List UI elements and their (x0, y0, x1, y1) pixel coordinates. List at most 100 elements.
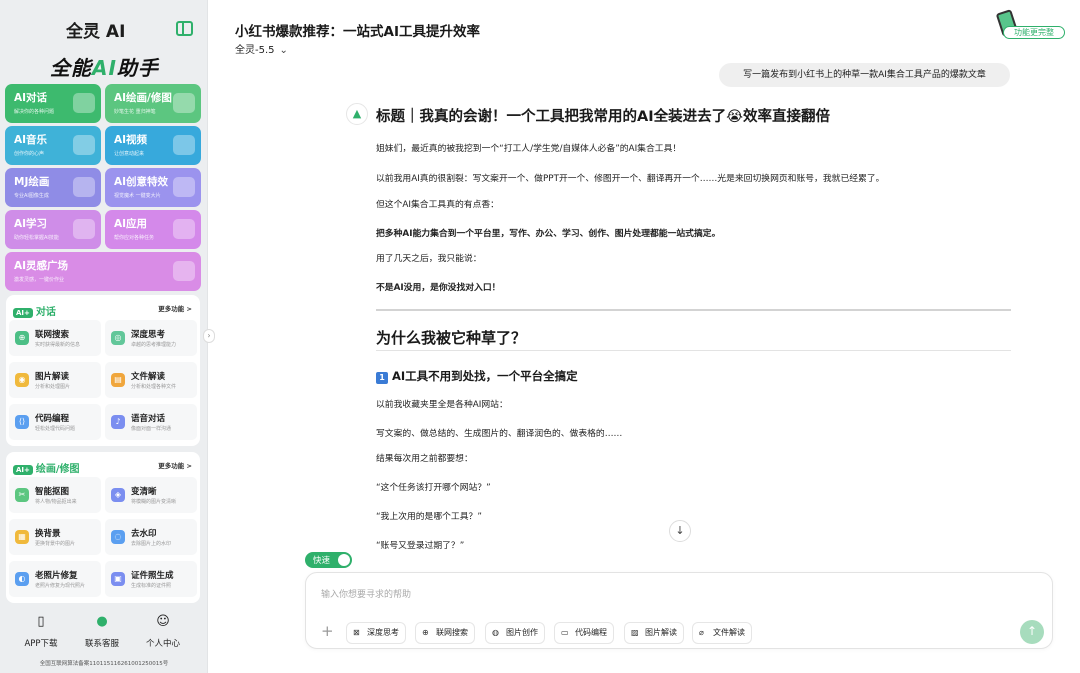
composer-tool-label: 代码编程 (575, 628, 607, 637)
attach-plus-icon[interactable]: + (321, 622, 334, 640)
message-input[interactable]: 输入你想要寻求的帮助 (321, 587, 411, 600)
composer-tool-button[interactable]: ▭ 代码编程 (554, 622, 614, 644)
composer-tool-button[interactable]: ▨ 图片解读 (624, 622, 684, 644)
paragraph: 以前我用AI真的很割裂：写文案开一个、做PPT开一个、修图开一个、翻译再开一个…… (376, 174, 885, 184)
tool-tile-title: 换背景 (35, 529, 61, 539)
panel-heading-label: 对话 (35, 307, 56, 318)
tool-tile-subtitle: 轻松处理代码问题 (35, 426, 76, 432)
footer-item[interactable]: ☺ 个人中心 (133, 614, 193, 649)
feature-card[interactable]: AI对话 解决你的各种问题 (5, 84, 101, 123)
user-icon: ☺ (156, 614, 170, 629)
upgrade-badge[interactable]: 功能更完整 (995, 9, 1067, 41)
tool-tile-icon: ▣ (111, 572, 125, 586)
tool-tile[interactable]: ♪ 语音对话 像面对面一样沟通 (105, 404, 197, 440)
tool-tile-title: 变清晰 (131, 487, 157, 497)
paragraph: 但这个AI集合工具真的有点香： (376, 200, 499, 210)
composer: 输入你想要寻求的帮助 + ⊠ 深度思考 ⊕ 联网搜索 ◍ 图片创作 ▭ 代码编程 ▨ 图片解读 ⌀ 文… (305, 572, 1053, 649)
quick-mode-toggle[interactable]: 快速 (305, 552, 352, 568)
divider (376, 309, 1011, 311)
assistant-logo-icon: ▲ (346, 103, 368, 125)
tool-tile[interactable]: ⊕ 联网搜索 实时获得最新的信息 (9, 320, 101, 356)
footer-item[interactable]: ▯ APP下载 (11, 614, 71, 649)
panel-heading: AI+ 对话 (13, 303, 56, 318)
composer-tool-label: 图片创作 (506, 628, 538, 637)
tool-tile-title: 去水印 (131, 529, 157, 539)
tool-tile-icon: ⊕ (15, 331, 29, 345)
tool-tile[interactable]: ▤ 文件解读 分析和处理各种文件 (105, 362, 197, 398)
model-name: 全灵-5.5 (235, 45, 275, 56)
feature-card[interactable]: AI创意特效 视觉魔术 一键变大片 (105, 168, 201, 207)
tool-tile-title: 证件照生成 (131, 571, 174, 581)
feature-card-illustration-icon (73, 219, 95, 239)
subsection-heading: 1 AI工具不用到处找，一个平台全搞定 (376, 368, 578, 384)
sidebar: 全灵 AI 全能AI助手 AI对话 解决你的各种问题 AI绘画/修图 妙笔生花 重归神… (0, 0, 208, 673)
composer-tool-button[interactable]: ⌀ 文件解读 (692, 622, 752, 644)
heading-underline (376, 350, 1011, 351)
feature-card-illustration-icon (173, 219, 195, 239)
tool-tile-icon: ◈ (111, 488, 125, 502)
feature-card[interactable]: AI绘画/修图 妙笔生花 重归神笔 (105, 84, 201, 123)
tool-tile[interactable]: ▦ 换背景 更换背景中的图片 (9, 519, 101, 555)
tool-tile[interactable]: ⟨⟩ 代码编程 轻松处理代码问题 (9, 404, 101, 440)
panel-heading-label: 绘画/修图 (35, 464, 80, 475)
tool-tile[interactable]: ◎ 深度思考卓越的思考推理能力 (105, 320, 197, 356)
tool-tile[interactable]: ✂ 智能抠图 将人物/物品抠出来 (9, 477, 101, 513)
composer-tool-button[interactable]: ⊕ 联网搜索 (415, 622, 475, 644)
slogan: 全能AI助手 (50, 52, 159, 81)
tool-tile-subtitle: 更换背景中的图片 (35, 541, 76, 547)
more-features-link[interactable]: 更多功能 > (158, 303, 192, 313)
scroll-down-button[interactable]: ↓ (669, 520, 691, 542)
tool-tile-subtitle: 生成标准的证件照 (131, 583, 172, 589)
feature-card[interactable]: AI应用 帮你应对各种任务 (105, 210, 201, 249)
composer-tool-label: 文件解读 (713, 628, 745, 637)
slogan-ai: AI (92, 56, 117, 80)
feature-card-illustration-icon (73, 177, 95, 197)
icp-record: 全国互联网算法备案110115116261001250015号 (39, 661, 169, 667)
paragraph-bold: 把多种AI能力集合到一个平台里，写作、办公、学习、创作、图片处理都能一站式搞定。 (376, 229, 721, 239)
tool-tile[interactable]: ◌ 去水印 去除图片上的水印 (105, 519, 197, 555)
tool-tile-title: 老照片修复 (35, 571, 78, 581)
tool-tile-icon: ▤ (111, 373, 125, 387)
tool-tile[interactable]: ◈ 变清晰将模糊的图片变清晰 (105, 477, 197, 513)
paragraph: 用了几天之后，我只能说： (376, 254, 482, 264)
subsection-heading-text: AI工具不用到处找，一个平台全搞定 (392, 369, 578, 383)
feature-card[interactable]: AI灵感广场 激发灵感，一键价作业 (5, 252, 201, 291)
tool-tile-subtitle: 将人物/物品抠出来 (35, 499, 77, 505)
user-message-bubble: 写一篇发布到小红书上的种草一款AI集合工具产品的爆款文章 (719, 63, 1010, 87)
tool-tile-subtitle: 老照片修复为现代照片 (35, 583, 86, 589)
feature-card[interactable]: MJ绘画 专业AI图像生成 (5, 168, 101, 207)
feature-card-illustration-icon (73, 93, 95, 113)
composer-tool-button[interactable]: ⊠ 深度思考 (346, 622, 406, 644)
ai-plus-tag: AI+ (13, 465, 33, 475)
composer-tool-button[interactable]: ◍ 图片创作 (485, 622, 545, 644)
sidebar-collapse-icon[interactable] (176, 21, 193, 36)
feature-card[interactable]: AI音乐 创作你的心声 (5, 126, 101, 165)
tool-tile-title: 代码编程 (35, 414, 70, 424)
tool-tile[interactable]: ◉ 图片解读 分析和处理图片 (9, 362, 101, 398)
model-selector[interactable]: 全灵-5.5 ⌄ (235, 41, 288, 56)
brand-logo[interactable]: 全灵 AI (66, 17, 125, 42)
tool-tile[interactable]: ▣ 证件照生成生成标准的证件照 (105, 561, 197, 597)
more-features-link[interactable]: 更多功能 > (158, 460, 192, 470)
send-button[interactable]: ↑ (1020, 620, 1044, 644)
tool-tile-subtitle: 卓越的思考推理能力 (131, 342, 177, 348)
conversation-title: 小红书爆款推荐：一站式AI工具提升效率 (235, 24, 480, 40)
footer-item-label: APP下载 (24, 639, 58, 649)
deep-think-icon: ⊠ (353, 628, 360, 637)
tool-tile-subtitle: 分析和处理图片 (35, 384, 71, 390)
feature-card[interactable]: AI学习 助你轻松掌握AI技能 (5, 210, 101, 249)
footer-item-label: 联系客服 (84, 639, 119, 649)
tool-tile-subtitle: 将模糊的图片变清晰 (131, 499, 177, 505)
tool-tile-subtitle: 分析和处理各种文件 (131, 384, 177, 390)
section-heading: 为什么我被它种草了？ (376, 329, 527, 347)
feature-card[interactable]: AI视频 让创意动起来 (105, 126, 201, 165)
tool-tile-icon: ◎ (111, 331, 125, 345)
tool-tile[interactable]: ◐ 老照片修复 老照片修复为现代照片 (9, 561, 101, 597)
tool-tile-icon: ◉ (15, 373, 29, 387)
footer-item[interactable]: ● 联系客服 (72, 614, 132, 649)
support-avatar-icon: ● (96, 614, 108, 629)
paragraph: 写文案的、做总结的、生成图片的、翻译润色的、做表格的…… (376, 429, 623, 439)
paragraph-bold: 不是AI没用，是你没找对入口！ (376, 283, 501, 293)
tool-tile-title: 深度思考 (131, 330, 166, 340)
chevron-down-icon: ⌄ (279, 45, 288, 56)
